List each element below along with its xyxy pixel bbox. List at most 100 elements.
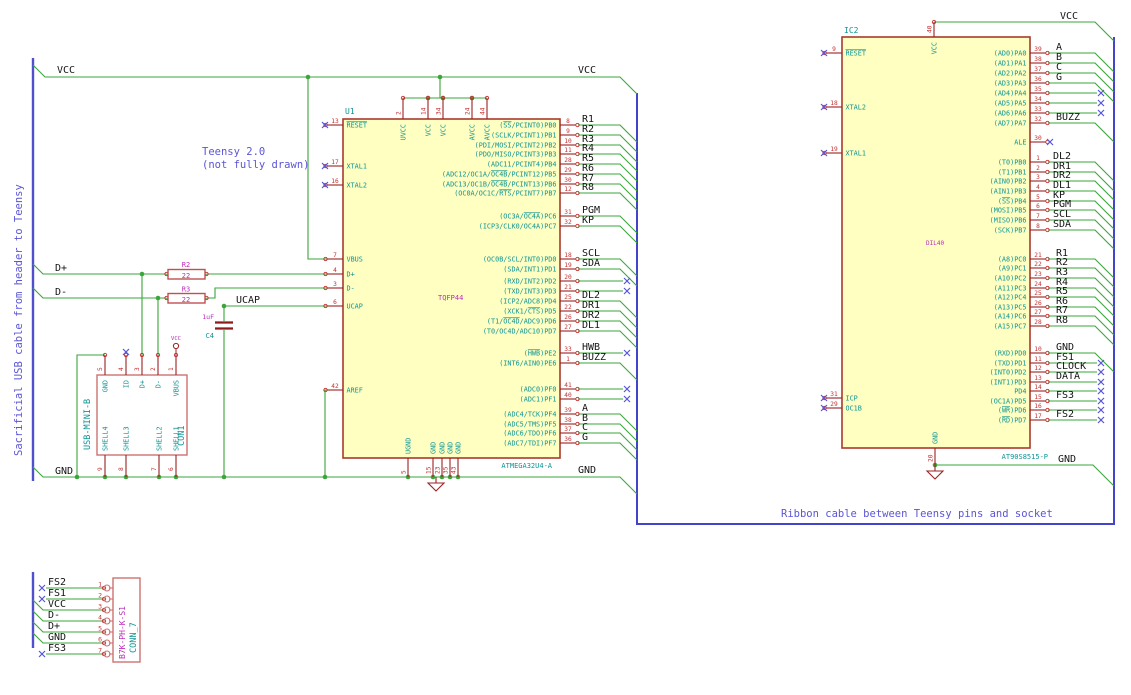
net-label: G [1056,72,1062,83]
junction-dot [305,74,311,80]
pin-number: 3 [1036,174,1040,181]
pin-number: 4 [333,267,337,274]
pin-number: 5 [401,470,408,474]
pin-number: 12 [564,186,572,193]
pin-number: 10 [564,138,572,145]
pin-number: 6 [98,636,102,644]
pin-name: (AD4)PA4 [994,89,1027,97]
component-ref: U1 [345,107,355,116]
pin-name: (A14)PC6 [994,312,1027,320]
net-label: KP [582,215,594,226]
pin-number: 43 [451,466,458,474]
net-label: SDA [1053,219,1071,230]
pin-number: 40 [927,25,934,33]
pin-number: 2 [150,367,157,371]
junction-dot [221,303,227,309]
pin-number: 22 [1034,261,1042,268]
net-label: BUZZ [1056,112,1080,123]
no-connect-x-icon [1097,406,1105,414]
pin-number: 21 [564,284,572,291]
pin-number: 19 [564,262,572,269]
pin-number: 7 [98,647,102,655]
pin-name: (OC0B/SCL/INT0)PD0 [483,255,557,263]
component-ref: ATMEGA32U4-A [501,462,552,470]
net-label: R8 [1056,315,1068,326]
pin-number: 35 [1034,86,1042,93]
pin-name: (A8)PC0 [998,255,1027,263]
pin-name: (HWB)PE2 [524,349,557,357]
no-connect-x-icon [623,287,631,295]
wire [32,599,104,611]
pin-name: (A10)PC2 [994,274,1027,282]
pin-number: 16 [1034,403,1042,410]
pin-name: (SS)PB4 [998,197,1027,205]
component-ref: IC2 [844,26,859,35]
pin-number: 8 [118,467,125,471]
pin-number: 41 [564,382,572,389]
pin-name: (TXD)PD1 [994,359,1027,367]
pin-name: (RD)PD7 [998,416,1027,424]
no-connect-x-icon [1097,368,1105,376]
pin-number: 26 [564,314,572,321]
net-label: FS3 [48,643,66,654]
pin-name: (INT6/AIN0)PE6 [499,359,556,367]
pin-name: ICP [846,394,858,402]
pin-name: ALE [1014,138,1026,146]
pin-number: 18 [564,252,572,259]
pin-name: (ADC11/PCINT4)PB4 [487,160,557,168]
pin-number: 34 [436,107,443,115]
wire [207,287,327,299]
pin-number: 33 [1034,106,1042,113]
pin-name: (ADC1)PF1 [520,395,557,403]
pin-number: 6 [333,299,337,306]
pin-name: SHELL2 [156,426,164,451]
net-label: FS3 [1056,390,1074,401]
pin-number: 2 [1036,165,1040,172]
pin-name: (ADC4/TCK)PF4 [503,410,556,418]
wire [32,263,166,275]
pin-number: 29 [564,167,572,174]
note-text: Teensy 2.0 [202,146,265,158]
pin-number: 26 [1034,300,1042,307]
pin-number: 8 [566,118,570,125]
pin-number: 5 [1036,194,1040,201]
pin-name: AREF [347,386,363,394]
note-text: Ribbon cable between Teensy pins and soc… [781,508,1053,520]
pin-name: VCC [425,124,433,136]
pin-number: 7 [151,467,158,471]
no-connect-x-icon [1046,138,1054,146]
pin-number: 23 [1034,271,1042,278]
pin-number: 38 [564,417,572,424]
pin-number: 6 [168,467,175,471]
pin-number: 13 [1034,375,1042,382]
ic-u1: 13 RESET 17 XTAL1 16 XTAL2 7 VBUS 4 D+ 3 D- 6 UCAP 42 A… [323,95,580,477]
pin-number: 9 [566,128,570,135]
component-ref: CONN_7 [129,622,139,653]
pin-name: (SCK)PB7 [994,226,1027,234]
junction-dot [74,474,80,480]
component-field: DIL40 [926,240,944,247]
pin-name: (PDI/MOSI/PCINT2)PB2 [475,141,557,149]
net-label: G [582,432,588,443]
pin-name: (SCLK/PCINT1)PB1 [491,131,556,139]
pin-name: (AD3)PA3 [994,79,1027,87]
no-connect-x-icon [38,595,46,603]
pin-number: 7 [333,252,337,259]
pin-number: 5 [97,367,104,371]
pin-name: GND [932,432,940,444]
pin-number: 27 [564,324,572,331]
pin-name: VBUS [347,255,363,263]
wire [935,464,1115,487]
component-ref: AT90S8515-P [1002,453,1048,461]
junction-dot [221,474,227,480]
net-label: D+ [55,263,67,274]
no-connect-x-icon [1097,397,1105,405]
pin-number: 21 [1034,252,1042,259]
net-label: GND [578,465,596,476]
schematic-page: R2 22 R3 22 13 RESET 17 XTAL1 16 XTAL2 7 VBUS 4 D+ 3 D-… [0,0,1131,690]
pin-number: 15 [1034,394,1042,401]
pin-number: 27 [1034,309,1042,316]
pin-number: 6 [1036,203,1040,210]
pin-number: 32 [1034,116,1042,123]
pin-name: (A11)PC3 [994,284,1027,292]
